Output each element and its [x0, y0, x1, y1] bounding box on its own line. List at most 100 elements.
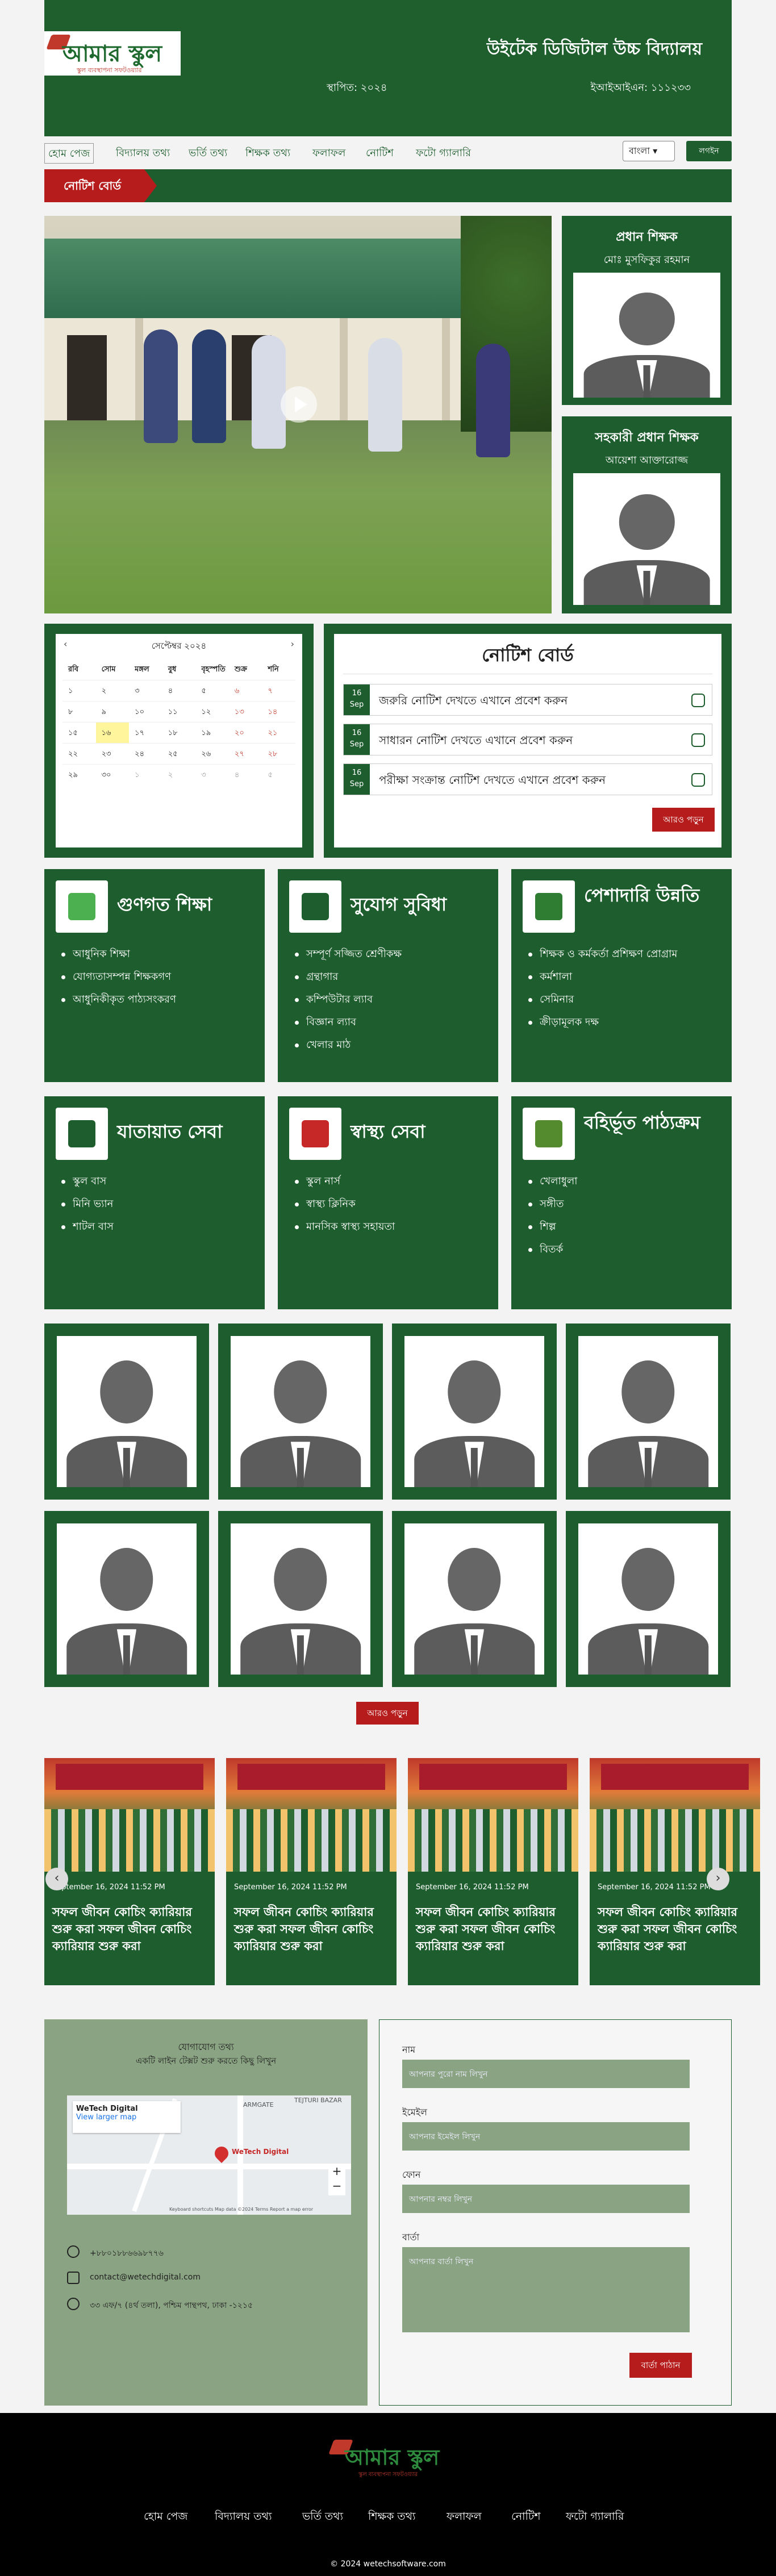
calendar-date[interactable]: ১ [62, 680, 96, 701]
calendar-date[interactable]: ১২ [195, 701, 229, 722]
calendar-date[interactable]: ২ [162, 764, 196, 785]
notice-ticker[interactable]: নোটিশ বোর্ড [44, 169, 732, 202]
calendar-date[interactable]: ২৬ [195, 743, 229, 764]
footer-link-gallery[interactable]: ফটো গ্যালারি [566, 2508, 624, 2527]
footer-link-school-info[interactable]: বিদ্যালয় তথ্য [215, 2508, 272, 2527]
news-card[interactable]: September 16, 2024 11:52 PM সফল জীবন কোচি… [226, 1758, 397, 1985]
contact-email[interactable]: contact@wetechdigital.com [90, 2273, 201, 2282]
notice-more-button[interactable]: আরও পড়ুন [652, 808, 715, 832]
teacher-card[interactable] [44, 1511, 209, 1687]
calendar-date[interactable]: ১৪ [262, 701, 296, 722]
map-larger-link[interactable]: View larger map [76, 2113, 136, 2122]
map-pin-icon[interactable] [212, 2144, 231, 2163]
teacher-card[interactable] [392, 1511, 557, 1687]
calendar-date[interactable]: ৩ [129, 680, 162, 701]
calendar-day-header: শুক্র [234, 665, 247, 674]
calendar-date[interactable]: ২৫ [162, 743, 196, 764]
feature-item: কম্পিউটার ল্যাব [295, 988, 402, 1011]
calendar-date[interactable]: ১১ [162, 701, 196, 722]
name-field[interactable]: আপনার পুরো নাম লিখুন [402, 2060, 690, 2088]
news-title[interactable]: সফল জীবন কোচিং ক্যারিয়ার শুরু করা সফল জ… [52, 1903, 206, 1955]
calendar-next-icon[interactable]: › [291, 638, 294, 649]
calendar-date[interactable]: ১০ [129, 701, 162, 722]
teacher-card[interactable] [566, 1324, 731, 1500]
map-zoom-control[interactable]: + − [328, 2164, 345, 2195]
teacher-card[interactable] [218, 1324, 383, 1500]
nav-school-info[interactable]: বিদ্যালয় তথ্য [112, 143, 173, 164]
notice-item[interactable]: 16 Sep সাধারন নোটিশ দেখতে এখানে প্রবেশ কর… [343, 724, 712, 755]
nav-notice[interactable]: নোটিশ [362, 143, 397, 164]
footer-link-teachers[interactable]: শিক্ষক তথ্য [368, 2508, 415, 2527]
calendar-date[interactable]: ২৮ [262, 743, 296, 764]
calendar-date[interactable]: ৩০ [95, 764, 130, 785]
calendar-date[interactable]: ১৩ [228, 701, 262, 722]
calendar-date[interactable]: ১৬ [95, 722, 130, 743]
calendar-date[interactable]: ১৭ [129, 722, 162, 743]
calendar-date[interactable]: ২০ [228, 722, 262, 743]
news-title[interactable]: সফল জীবন কোচিং ক্যারিয়ার শুরু করা সফল জ… [234, 1903, 387, 1955]
calendar-date[interactable]: ৭ [262, 680, 296, 701]
message-field[interactable]: আপনার বার্তা লিখুন [402, 2247, 690, 2332]
calendar-date[interactable]: ১৮ [162, 722, 196, 743]
login-button[interactable]: লগইন [686, 141, 732, 161]
calendar-date[interactable]: ৪ [228, 764, 262, 785]
nav-gallery[interactable]: ফটো গ্যালারি [412, 143, 474, 164]
news-card[interactable]: September 16, 2024 11:52 PM সফল জীবন কোচি… [590, 1758, 760, 1985]
feature-card: গুণগত শিক্ষা আধুনিক শিক্ষা যোগ্যতাসম্পন্ন … [44, 869, 265, 1082]
embedded-map[interactable]: WeTech Digital View larger map ARMGATE T… [67, 2095, 351, 2215]
language-select[interactable]: বাংলা ▾ [623, 141, 675, 161]
carousel-prev-icon[interactable]: ‹ [45, 1868, 68, 1890]
nav-admission[interactable]: ভর্তি তথ্য [185, 143, 231, 164]
calendar-date[interactable]: ১৯ [195, 722, 229, 743]
teacher-card[interactable] [392, 1324, 557, 1500]
teacher-card[interactable] [218, 1511, 383, 1687]
calendar-date[interactable]: ৫ [262, 764, 296, 785]
calendar-date[interactable]: ৯ [95, 701, 130, 722]
play-icon[interactable] [281, 386, 317, 423]
link-icon[interactable] [691, 773, 705, 787]
phone-field[interactable]: আপনার নম্বর লিখুন [402, 2185, 690, 2213]
nav-teachers[interactable]: শিক্ষক তথ্য [242, 143, 294, 164]
news-card[interactable]: September 16, 2024 11:52 PM সফল জীবন কোচি… [44, 1758, 215, 1985]
carousel-next-icon[interactable]: › [707, 1868, 729, 1890]
footer-logo[interactable]: আমার স্কুল স্কুল ব্যবস্থাপনা সফটওয়্যার [328, 2439, 445, 2484]
calendar-date[interactable]: ১ [129, 764, 162, 785]
nav-home[interactable]: হোম পেজ [44, 143, 94, 164]
calendar-date[interactable]: ২৯ [62, 764, 96, 785]
news-card[interactable]: September 16, 2024 11:52 PM সফল জীবন কোচি… [408, 1758, 578, 1985]
contact-title: যোগাযোগ তথ্য [178, 2041, 234, 2052]
teacher-card[interactable] [44, 1324, 209, 1500]
calendar-date[interactable]: ২৩ [95, 743, 130, 764]
calendar-date[interactable]: ২১ [262, 722, 296, 743]
calendar-date[interactable]: ২৪ [129, 743, 162, 764]
teacher-card[interactable] [566, 1511, 731, 1687]
notice-item[interactable]: 16 Sep পরীক্ষা সংক্রান্ত নোটিশ দেখতে এখান… [343, 763, 712, 795]
teachers-more-button[interactable]: আরও পড়ুন [356, 1702, 419, 1725]
nav-results[interactable]: ফলাফল [309, 143, 349, 164]
contact-phone[interactable]: +৮৮০১৮৮৬৬৯৮৭৭৬ [90, 2247, 164, 2260]
site-logo[interactable]: আমার স্কুল স্কুল ব্যবস্থাপনা সফটওয়্যার [44, 31, 181, 76]
footer-link-admission[interactable]: ভর্তি তথ্য [302, 2508, 343, 2527]
calendar-date[interactable]: ৫ [195, 680, 229, 701]
calendar-date[interactable]: ৪ [162, 680, 196, 701]
calendar-date[interactable]: ৬ [228, 680, 262, 701]
send-message-button[interactable]: বার্তা পাঠান [629, 2353, 692, 2378]
calendar-date[interactable]: ২২ [62, 743, 96, 764]
link-icon[interactable] [691, 694, 705, 707]
calendar-date[interactable]: ২ [95, 680, 130, 701]
email-field[interactable]: আপনার ইমেইল লিখুন [402, 2122, 690, 2151]
calendar-date[interactable]: ৮ [62, 701, 96, 722]
notice-item[interactable]: 16 Sep জরুরি নোটিশ দেখতে এখানে প্রবেশ করু… [343, 684, 712, 716]
pillar [340, 318, 348, 420]
footer-link-home[interactable]: হোম পেজ [144, 2508, 187, 2527]
link-icon[interactable] [691, 733, 705, 747]
footer-link-results[interactable]: ফলাফল [447, 2508, 482, 2527]
footer-link-notice[interactable]: নোটিশ [511, 2508, 541, 2527]
calendar-date[interactable]: ২৭ [228, 743, 262, 764]
page: আমার স্কুল স্কুল ব্যবস্থাপনা সফটওয়্যার … [0, 0, 776, 2576]
news-title[interactable]: সফল জীবন কোচিং ক্যারিয়ার শুরু করা সফল জ… [598, 1903, 751, 1955]
calendar-date[interactable]: ৩ [195, 764, 229, 785]
calendar-date[interactable]: ১৫ [62, 722, 96, 743]
hero-video[interactable] [44, 216, 552, 613]
news-title[interactable]: সফল জীবন কোচিং ক্যারিয়ার শুরু করা সফল জ… [416, 1903, 569, 1955]
